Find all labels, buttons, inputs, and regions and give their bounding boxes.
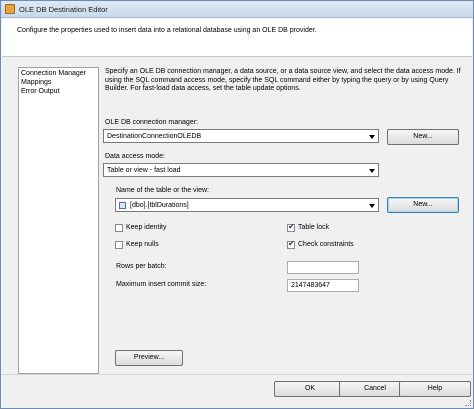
- table-lock-checkbox[interactable]: ✔: [287, 222, 295, 232]
- check-icon: ✔: [288, 239, 295, 248]
- rows-per-batch-input[interactable]: [287, 261, 359, 274]
- max-insert-commit-size-input[interactable]: 2147483647: [287, 279, 359, 292]
- chevron-down-icon: [369, 135, 375, 139]
- connection-manager-label: OLE DB connection manager:: [105, 119, 198, 126]
- resize-grip-icon[interactable]: [465, 400, 471, 406]
- check-constraints-label: Check constraints: [298, 241, 354, 248]
- connection-manager-combo[interactable]: DestinationConnectionOLEDB: [103, 129, 379, 143]
- table-name-label: Name of the table or the view:: [116, 187, 209, 194]
- keep-nulls-checkbox[interactable]: [115, 241, 123, 249]
- keep-nulls-label: Keep nulls: [126, 241, 159, 248]
- data-access-mode-label: Data access mode:: [105, 153, 165, 160]
- window-title: OLE DB Destination Editor: [19, 5, 108, 14]
- connection-manager-value: DestinationConnectionOLEDB: [107, 133, 202, 140]
- data-access-mode-combo[interactable]: Table or view - fast load: [103, 163, 379, 177]
- check-constraints-checkbox[interactable]: ✔: [287, 239, 295, 249]
- chevron-down-icon: [369, 204, 375, 208]
- preview-button[interactable]: Preview...: [115, 350, 183, 366]
- footer-divider: [2, 374, 472, 375]
- table-lock-label: Table lock: [298, 224, 330, 231]
- table-name-combo[interactable]: [dbo].[tblDurations]: [115, 198, 379, 212]
- max-insert-commit-size-label: Maximum insert commit size:: [116, 281, 207, 288]
- title-bar[interactable]: OLE DB Destination Editor: [1, 1, 473, 18]
- help-button[interactable]: Help: [399, 381, 471, 397]
- table-icon: [119, 202, 126, 209]
- ok-button[interactable]: OK: [274, 381, 346, 397]
- ole-db-destination-editor-window: OLE DB Destination Editor Configure the …: [0, 0, 474, 409]
- page-navigation-list: Connection Manager Mappings Error Output: [18, 67, 99, 374]
- header-panel: Configure the properties used to insert …: [2, 19, 472, 57]
- rows-per-batch-label: Rows per batch:: [116, 263, 167, 270]
- check-icon: ✔: [288, 222, 295, 231]
- new-table-button[interactable]: New...: [387, 197, 459, 213]
- keep-identity-label: Keep identity: [126, 224, 167, 231]
- header-description: Configure the properties used to insert …: [17, 27, 317, 34]
- nav-item-mappings[interactable]: Mappings: [21, 79, 51, 86]
- table-name-value: [dbo].[tblDurations]: [130, 202, 189, 209]
- data-access-mode-value: Table or view - fast load: [107, 167, 181, 174]
- new-connection-button[interactable]: New...: [387, 129, 459, 145]
- app-icon: [5, 4, 15, 14]
- nav-item-connection-manager[interactable]: Connection Manager: [21, 70, 86, 77]
- keep-identity-checkbox[interactable]: [115, 224, 123, 232]
- page-description: Specify an OLE DB connection manager, a …: [105, 68, 461, 93]
- chevron-down-icon: [369, 169, 375, 173]
- nav-item-error-output[interactable]: Error Output: [21, 88, 60, 95]
- max-insert-commit-size-value: 2147483647: [291, 282, 330, 289]
